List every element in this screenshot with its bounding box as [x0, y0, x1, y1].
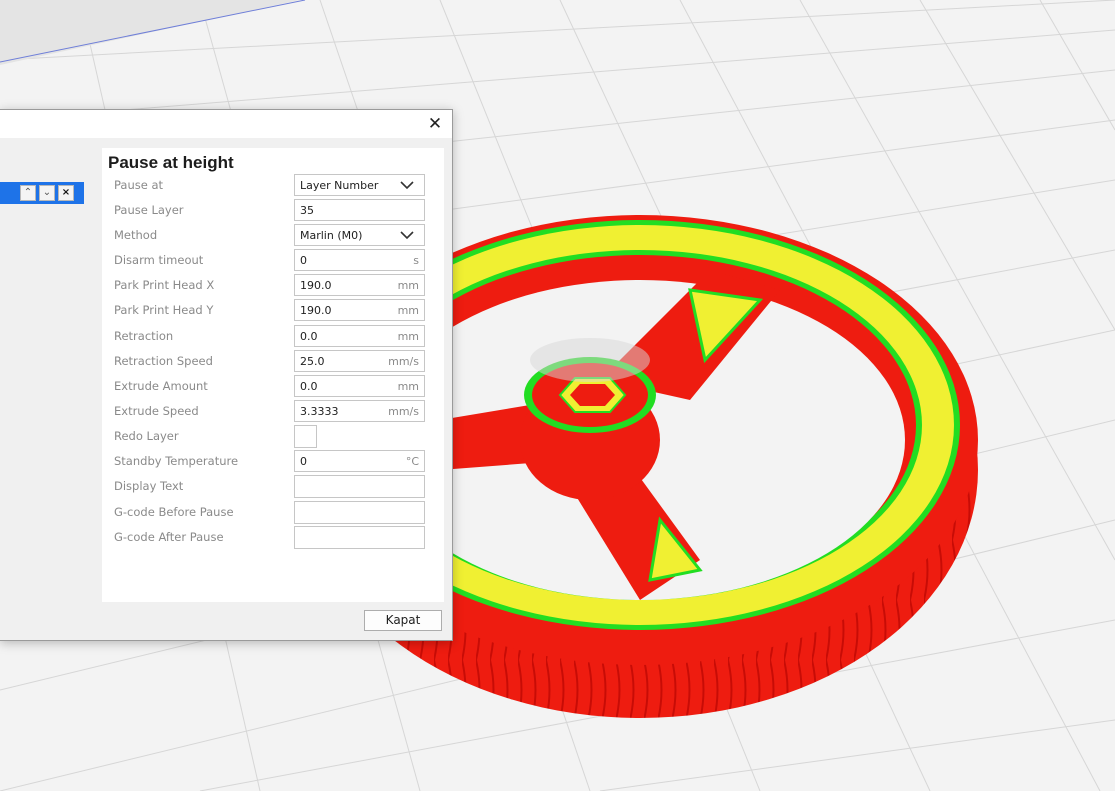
setting-row-gcode-before-pause: G-code Before Pause [102, 501, 444, 525]
setting-row-standby-temperature: Standby Temperature 0 °C [102, 450, 444, 474]
display-text-input[interactable] [294, 475, 425, 498]
setting-label: Disarm timeout [114, 253, 204, 267]
move-up-icon[interactable]: ⌃ [20, 185, 36, 201]
setting-label: Extrude Amount [114, 379, 208, 393]
setting-row-pause-at: Pause at Layer Number [102, 174, 444, 198]
extrude-amount-input[interactable]: 0.0 mm [294, 375, 425, 397]
gcode-before-pause-input[interactable] [294, 501, 425, 524]
script-list-item-selected[interactable]: ⌃ ⌄ × [0, 182, 84, 204]
input-value: 0.0 [300, 330, 318, 343]
setting-row-retraction: Retraction 0.0 mm [102, 325, 444, 349]
setting-label: Pause Layer [114, 203, 184, 217]
close-button[interactable]: Kapat [364, 610, 442, 631]
setting-row-park-y: Park Print Head Y 190.0 mm [102, 299, 444, 323]
setting-label: Park Print Head Y [114, 303, 214, 317]
gcode-after-pause-input[interactable] [294, 526, 425, 549]
setting-label: Retraction [114, 329, 174, 343]
unit-label: s [413, 254, 419, 267]
standby-temperature-input[interactable]: 0 °C [294, 450, 425, 472]
pause-at-select[interactable]: Layer Number [294, 174, 425, 196]
setting-label: G-code Before Pause [114, 505, 234, 519]
move-down-icon[interactable]: ⌄ [39, 185, 55, 201]
setting-label: Standby Temperature [114, 454, 239, 468]
setting-row-extrude-speed: Extrude Speed 3.3333 mm/s [102, 400, 444, 424]
remove-script-icon[interactable]: × [58, 185, 74, 201]
unit-label: mm [397, 279, 419, 292]
dialog-titlebar: ✕ [0, 110, 452, 138]
input-value: 0 [300, 455, 307, 468]
input-value: 25.0 [300, 355, 325, 368]
unit-label: mm/s [388, 405, 419, 418]
input-value: 3.3333 [300, 405, 339, 418]
setting-row-redo-layer: Redo Layer [102, 425, 444, 449]
setting-row-gcode-after-pause: G-code After Pause [102, 526, 444, 550]
extrude-speed-input[interactable]: 3.3333 mm/s [294, 400, 425, 422]
post-processing-dialog: ✕ ⌃ ⌄ × Pause at height Pause at Layer N… [0, 109, 453, 641]
setting-row-pause-layer: Pause Layer 35 [102, 199, 444, 223]
setting-label: Park Print Head X [114, 278, 215, 292]
setting-row-park-x: Park Print Head X 190.0 mm [102, 274, 444, 298]
setting-row-retraction-speed: Retraction Speed 25.0 mm/s [102, 350, 444, 374]
redo-layer-checkbox[interactable] [294, 425, 317, 448]
park-x-input[interactable]: 190.0 mm [294, 274, 425, 296]
chevron-down-icon [400, 181, 414, 190]
select-value: Marlin (M0) [300, 229, 363, 242]
chevron-down-icon [400, 231, 414, 240]
unit-label: mm [397, 330, 419, 343]
park-y-input[interactable]: 190.0 mm [294, 299, 425, 321]
input-value: 0.0 [300, 380, 318, 393]
input-value: 190.0 [300, 304, 332, 317]
setting-label: Extrude Speed [114, 404, 199, 418]
retraction-input[interactable]: 0.0 mm [294, 325, 425, 347]
setting-row-display-text: Display Text [102, 475, 444, 499]
setting-row-disarm-timeout: Disarm timeout 0 s [102, 249, 444, 273]
setting-row-extrude-amount: Extrude Amount 0.0 mm [102, 375, 444, 399]
unit-label: °C [405, 455, 419, 468]
disarm-timeout-input[interactable]: 0 s [294, 249, 425, 271]
unit-label: mm [397, 380, 419, 393]
setting-label: Method [114, 228, 158, 242]
input-value: 0 [300, 254, 307, 267]
setting-label: Redo Layer [114, 429, 179, 443]
setting-row-method: Method Marlin (M0) [102, 224, 444, 248]
setting-label: Retraction Speed [114, 354, 213, 368]
input-value: 35 [300, 204, 314, 217]
setting-label: Display Text [114, 479, 184, 493]
setting-label: G-code After Pause [114, 530, 224, 544]
unit-label: mm/s [388, 355, 419, 368]
pause-layer-input[interactable]: 35 [294, 199, 425, 221]
method-select[interactable]: Marlin (M0) [294, 224, 425, 246]
input-value: 190.0 [300, 279, 332, 292]
script-settings-panel: Pause at height Pause at Layer Number Pa… [102, 148, 444, 602]
close-icon[interactable]: ✕ [424, 113, 446, 135]
panel-title: Pause at height [108, 153, 234, 172]
select-value: Layer Number [300, 179, 379, 192]
setting-label: Pause at [114, 178, 164, 192]
retraction-speed-input[interactable]: 25.0 mm/s [294, 350, 425, 372]
unit-label: mm [397, 304, 419, 317]
